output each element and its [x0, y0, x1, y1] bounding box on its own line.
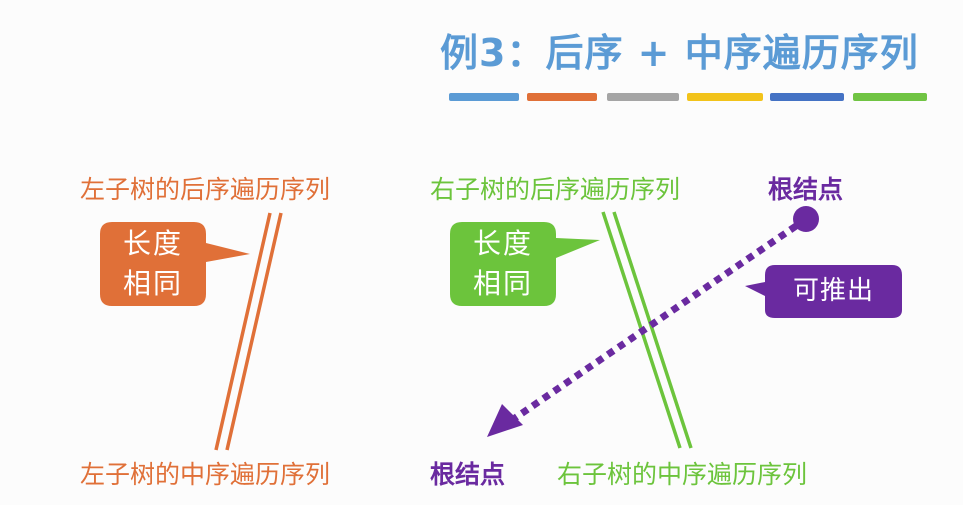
right-inorder-label: 右子树的中序遍历序列: [557, 460, 808, 489]
right-postorder-label: 右子树的后序遍历序列: [430, 175, 681, 204]
callout-right-line2: 相同: [472, 267, 533, 300]
left-double-line-b: [225, 212, 283, 451]
callout-left-line2: 相同: [122, 267, 183, 300]
callout-infer-text: 可推出: [792, 276, 874, 306]
root-node-label-bottom: 根结点: [430, 460, 506, 489]
callout-right-line1: 长度: [472, 227, 533, 260]
left-postorder-label: 左子树的后序遍历序列: [80, 175, 331, 204]
dotted-arrow-head: [487, 404, 523, 437]
root-node-label-top: 根结点: [768, 175, 844, 204]
callout-left-text: 长度 相同: [100, 224, 206, 304]
callout-left-line1: 长度: [122, 227, 183, 260]
right-double-line-b: [612, 211, 693, 449]
callout-right-text: 长度 相同: [450, 224, 556, 304]
left-inorder-label: 左子树的中序遍历序列: [80, 460, 331, 489]
